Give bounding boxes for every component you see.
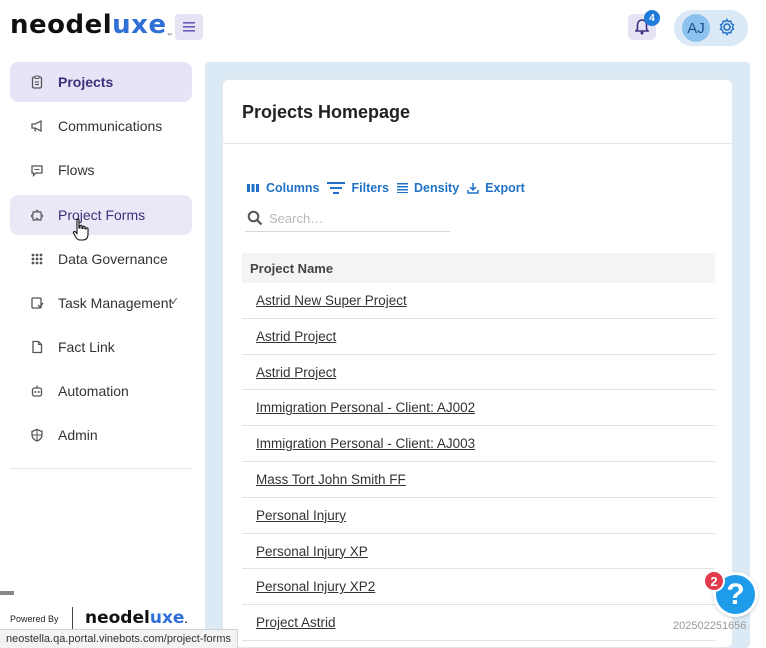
chat-icon [31, 165, 43, 177]
sidebar-item-automation[interactable]: Automation [10, 371, 192, 411]
project-link[interactable]: Astrid Project [256, 329, 336, 344]
sidebar: Projects Communications Flows Project Fo… [0, 54, 200, 648]
menu-toggle-button[interactable] [175, 14, 203, 40]
powered-logo-tm: . [184, 616, 188, 625]
table-body: Astrid New Super Project Astrid Project … [242, 283, 715, 641]
sidebar-item-projects[interactable]: Projects [10, 62, 192, 102]
table-row: Mass Tort John Smith FF [242, 462, 715, 498]
table-row: Personal Injury [242, 498, 715, 534]
help-count-badge: 2 [703, 570, 725, 592]
density-icon [397, 183, 408, 193]
link-status-bar: neostella.qa.portal.vinebots.com/project… [0, 629, 238, 648]
table-header: Project Name [242, 253, 715, 283]
sidebar-item-label: Task Management [58, 295, 173, 311]
density-label: Density [414, 181, 460, 195]
download-icon [467, 183, 479, 194]
grid-toolbar: Columns Filters Density Export [247, 180, 533, 196]
sidebar-item-task-management[interactable]: Task Management ✓ [10, 283, 192, 323]
table-row: Immigration Personal - Client: AJ003 [242, 426, 715, 462]
table-row: Astrid Project [242, 319, 715, 355]
avatar[interactable]: AJ [682, 14, 710, 42]
notification-count-badge: 4 [644, 10, 660, 26]
columns-label: Columns [266, 181, 320, 195]
task-icon [31, 297, 44, 309]
sidebar-item-fact-link[interactable]: Fact Link [10, 327, 192, 367]
column-header-project-name[interactable]: Project Name [250, 261, 333, 276]
build-id: 202502251656 [673, 620, 747, 632]
columns-button[interactable]: Columns [247, 181, 319, 195]
sidebar-item-label: Automation [58, 383, 129, 399]
powered-divider [72, 607, 73, 629]
shield-icon [31, 428, 43, 442]
sidebar-item-label: Fact Link [58, 339, 115, 355]
sidebar-item-data-governance[interactable]: Data Governance [10, 239, 192, 279]
project-link[interactable]: Project Astrid [256, 615, 336, 630]
hamburger-icon [183, 22, 195, 32]
gear-icon[interactable] [718, 18, 736, 36]
logo-text: neodel [10, 10, 113, 40]
sidebar-item-label: Communications [58, 118, 163, 134]
sidebar-item-flows[interactable]: Flows [10, 150, 192, 190]
powered-by-logo: neodeluxe. [85, 608, 188, 628]
table-row: Astrid New Super Project [242, 283, 715, 319]
powered-logo-text: neodel [85, 608, 150, 628]
density-button[interactable]: Density [397, 181, 459, 195]
filters-label: Filters [351, 181, 389, 195]
table-row: Astrid Project [242, 355, 715, 391]
project-link[interactable]: Personal Injury XP2 [256, 579, 375, 594]
sidebar-item-admin[interactable]: Admin [10, 415, 192, 455]
powered-logo-accent: uxe [149, 608, 185, 628]
projects-card: Projects Homepage Columns Filters Densit… [222, 79, 733, 648]
clipboard-icon [31, 75, 43, 89]
table-row: Immigration Personal - Client: AJ002 [242, 390, 715, 427]
sidebar-item-label: Projects [58, 74, 114, 90]
project-link[interactable]: Immigration Personal - Client: AJ002 [256, 400, 475, 415]
sidebar-item-label: Admin [58, 427, 98, 443]
document-icon [32, 340, 43, 354]
filter-icon [327, 182, 346, 194]
scroll-indicator [0, 591, 14, 595]
table-row: Project Astrid [242, 605, 715, 641]
table-row: Personal Injury XP [242, 534, 715, 570]
project-link[interactable]: Personal Injury XP [256, 544, 368, 559]
project-link[interactable]: Personal Injury [256, 508, 346, 523]
robot-icon [31, 385, 43, 397]
brand-logo[interactable]: neodeluxe™ [10, 10, 173, 40]
powered-by-text: Powered By [10, 614, 59, 624]
logo-accent-text: uxe [112, 10, 167, 40]
columns-icon [247, 184, 259, 192]
sidebar-item-communications[interactable]: Communications [10, 106, 192, 146]
project-link[interactable]: Mass Tort John Smith FF [256, 472, 406, 487]
top-bar: neodeluxe™ 4 AJ [0, 0, 766, 54]
user-menu[interactable]: AJ [674, 10, 748, 46]
chevron-down-icon[interactable]: ✓ [170, 295, 179, 308]
export-button[interactable]: Export [467, 181, 525, 195]
hand-cursor-icon [72, 218, 89, 241]
puzzle-icon [30, 209, 44, 221]
search-icon [247, 210, 263, 226]
sidebar-item-label: Flows [58, 162, 95, 178]
megaphone-icon [31, 119, 42, 133]
search-input[interactable] [269, 208, 444, 228]
sidebar-item-project-forms[interactable]: Project Forms [10, 195, 192, 235]
filters-button[interactable]: Filters [327, 181, 389, 195]
project-link[interactable]: Immigration Personal - Client: AJ003 [256, 436, 475, 451]
project-link[interactable]: Astrid Project [256, 365, 336, 380]
project-link[interactable]: Astrid New Super Project [256, 293, 407, 308]
sidebar-divider [10, 468, 192, 469]
logo-tm: ™ [166, 33, 174, 40]
page-title: Projects Homepage [242, 102, 411, 122]
search-box [245, 206, 450, 232]
table-row: Personal Injury XP2 [242, 569, 715, 606]
grid-icon [31, 253, 43, 265]
card-divider [223, 143, 732, 144]
export-label: Export [485, 181, 525, 195]
sidebar-item-label: Data Governance [58, 251, 168, 267]
